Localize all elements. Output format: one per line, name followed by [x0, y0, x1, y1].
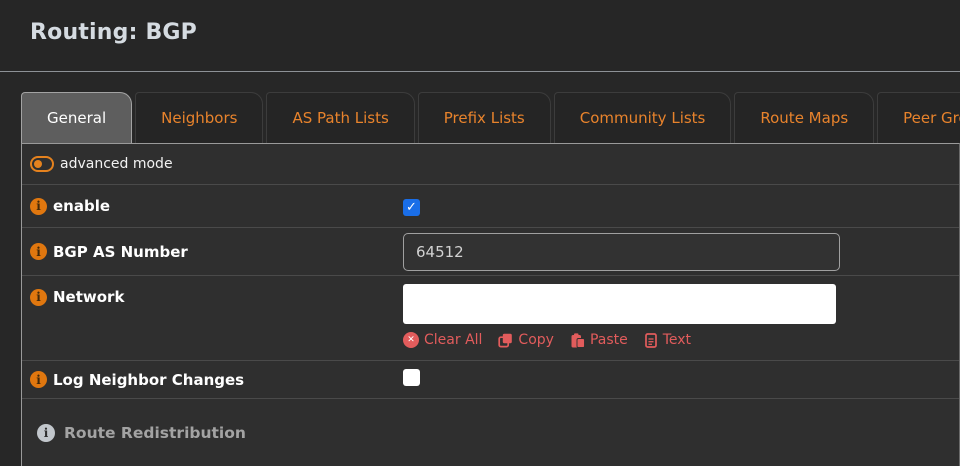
info-icon[interactable]: [30, 198, 47, 215]
form-row-log-neighbor-changes: Log Neighbor Changes: [22, 361, 959, 399]
advanced-mode-label: advanced mode: [60, 156, 173, 172]
paste-button[interactable]: Paste: [570, 332, 628, 348]
log-neighbor-changes-checkbox[interactable]: [403, 369, 420, 386]
page-header: Routing: BGP: [0, 0, 960, 71]
enable-label-cell: enable: [30, 197, 403, 215]
tab-prefix-lists[interactable]: Prefix Lists: [418, 92, 551, 143]
bgp-as-number-label: BGP AS Number: [53, 243, 188, 261]
network-label-cell: Network: [30, 288, 403, 306]
route-redistribution-section-header: Route Redistribution: [22, 399, 959, 442]
form-row-enable: enable: [22, 185, 959, 228]
copy-label: Copy: [518, 332, 554, 348]
bgp-as-number-input[interactable]: [403, 233, 840, 271]
form-row-bgp-as-number: BGP AS Number: [22, 228, 959, 276]
tab-as-path-lists[interactable]: AS Path Lists: [266, 92, 414, 143]
circle-x-icon: [403, 332, 419, 348]
log-control-cell: [403, 369, 959, 390]
network-control-cell: Clear All Copy Paste: [403, 284, 959, 348]
form-row-network: Network Clear All Copy: [22, 276, 959, 361]
clear-all-button[interactable]: Clear All: [403, 332, 482, 348]
info-icon[interactable]: [30, 243, 47, 260]
page-title: Routing: BGP: [30, 20, 960, 45]
tab-general[interactable]: General: [21, 92, 132, 143]
text-label: Text: [663, 332, 691, 348]
asn-control-cell: [403, 233, 959, 271]
advanced-mode-toggle-row[interactable]: advanced mode: [22, 144, 959, 185]
info-icon: [37, 424, 55, 442]
clear-all-label: Clear All: [424, 332, 482, 348]
enable-control-cell: [403, 196, 959, 216]
tab-community-lists[interactable]: Community Lists: [554, 92, 732, 143]
network-input[interactable]: [403, 284, 836, 324]
paste-icon: [570, 333, 585, 348]
copy-icon: [498, 333, 513, 348]
asn-label-cell: BGP AS Number: [30, 243, 403, 261]
tab-peer-groups[interactable]: Peer Groups: [877, 92, 960, 143]
header-divider: [0, 71, 960, 72]
text-button[interactable]: Text: [644, 332, 691, 348]
enable-checkbox[interactable]: [403, 199, 420, 216]
log-neighbor-changes-label: Log Neighbor Changes: [53, 371, 244, 389]
tab-neighbors[interactable]: Neighbors: [135, 92, 263, 143]
tab-bar: General Neighbors AS Path Lists Prefix L…: [21, 92, 960, 143]
toggle-off-icon[interactable]: [30, 156, 54, 172]
copy-button[interactable]: Copy: [498, 332, 554, 348]
network-actions: Clear All Copy Paste: [403, 332, 959, 348]
info-icon[interactable]: [30, 289, 47, 306]
paste-label: Paste: [590, 332, 628, 348]
tab-route-maps[interactable]: Route Maps: [734, 92, 874, 143]
file-text-icon: [644, 333, 658, 348]
network-label: Network: [53, 288, 124, 306]
enable-label: enable: [53, 197, 110, 215]
log-label-cell: Log Neighbor Changes: [30, 371, 403, 389]
route-redistribution-label: Route Redistribution: [64, 424, 246, 442]
tab-content-panel: advanced mode enable BGP AS Number Netwo…: [21, 143, 960, 466]
info-icon[interactable]: [30, 371, 47, 388]
